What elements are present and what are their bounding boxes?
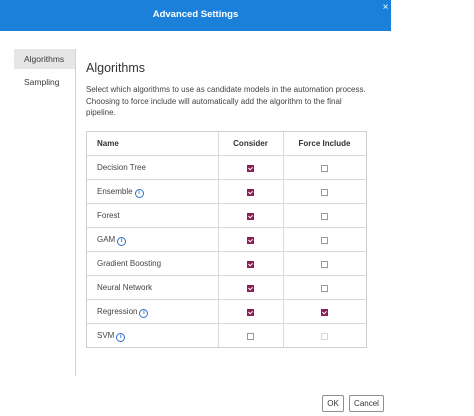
consider-checkbox[interactable]: [247, 189, 254, 196]
force-include-checkbox[interactable]: [321, 189, 328, 196]
algorithm-name: Gradient Boosting: [97, 252, 161, 276]
consider-checkbox[interactable]: [247, 165, 254, 172]
algorithm-name-text: Neural Network: [97, 283, 153, 292]
algorithm-name: Forest: [97, 204, 120, 228]
algorithm-name: SVM i: [97, 324, 126, 348]
algorithm-name-text: Gradient Boosting: [97, 259, 162, 268]
consider-checkbox[interactable]: [247, 309, 254, 316]
force-include-checkbox[interactable]: [321, 309, 328, 316]
algorithm-name-text: GAM: [97, 235, 116, 244]
force-include-checkbox[interactable]: [321, 165, 328, 172]
consider-checkbox[interactable]: [247, 285, 254, 292]
algorithms-table: Name Consider Force Include Decision Tre…: [86, 131, 367, 348]
algorithm-name: Ensemble i: [97, 180, 144, 204]
close-icon[interactable]: ×: [381, 2, 390, 13]
info-circle-icon[interactable]: i: [134, 189, 144, 198]
algorithm-name-text: Regression: [97, 307, 138, 316]
force-include-checkbox[interactable]: [321, 261, 328, 268]
settings-sidebar: Algorithms Sampling: [14, 49, 76, 376]
force-include-checkbox[interactable]: [321, 285, 328, 292]
sidebar-item-label: Algorithms: [24, 54, 65, 64]
algorithm-name-text: SVM: [97, 331, 115, 340]
description-text: Select which algorithms to use as candid…: [86, 85, 366, 117]
force-include-checkbox[interactable]: [321, 213, 328, 220]
cancel-button[interactable]: Cancel: [349, 395, 384, 412]
consider-checkbox[interactable]: [247, 333, 254, 340]
sidebar-item-sampling[interactable]: Sampling: [14, 72, 75, 92]
sidebar-item-label: Sampling: [24, 77, 60, 87]
column-header-name: Name: [97, 139, 119, 148]
consider-checkbox[interactable]: [247, 213, 254, 220]
consider-checkbox[interactable]: [247, 237, 254, 244]
algorithm-name-text: Decision Tree: [97, 163, 146, 172]
algorithm-name: Neural Network: [97, 276, 152, 300]
force-include-checkbox: [321, 333, 328, 340]
algorithm-name: GAM i: [97, 228, 127, 252]
info-circle-icon[interactable]: i: [116, 333, 126, 342]
dialog-titlebar: Advanced Settings ×: [0, 0, 391, 31]
algorithm-name: Regression i: [97, 300, 149, 324]
page-title: Algorithms: [86, 61, 146, 75]
algorithm-name: Decision Tree: [97, 156, 146, 180]
info-circle-icon[interactable]: i: [117, 237, 127, 246]
column-header-force-include: Force Include: [298, 139, 351, 148]
force-include-checkbox[interactable]: [321, 237, 328, 244]
info-circle-icon[interactable]: i: [139, 309, 149, 318]
consider-checkbox[interactable]: [247, 261, 254, 268]
advanced-settings-dialog: Advanced Settings × Algorithms Sampling …: [0, 0, 391, 416]
ok-button[interactable]: OK: [322, 395, 344, 412]
algorithm-name-text: Ensemble: [97, 187, 133, 196]
dialog-title: Advanced Settings: [152, 9, 239, 20]
sidebar-item-algorithms[interactable]: Algorithms: [14, 49, 75, 69]
column-header-consider: Consider: [233, 139, 268, 148]
algorithm-name-text: Forest: [97, 211, 120, 220]
